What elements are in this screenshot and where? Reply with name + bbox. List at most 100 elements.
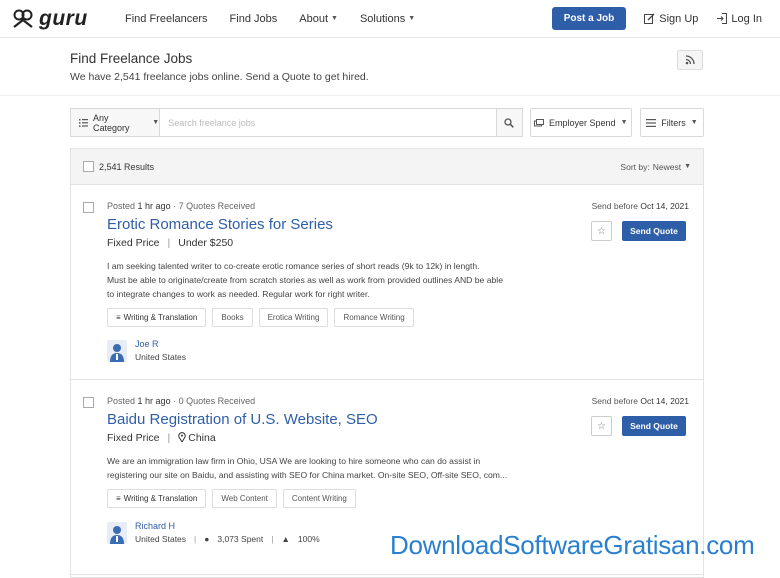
log-in-label: Log In xyxy=(731,12,762,25)
skill-tag[interactable]: Content Writing xyxy=(282,489,356,508)
top-nav: guru Find Freelancers Find Jobs About ▼ … xyxy=(0,0,780,38)
results-panel: 2,541 Results Sort by: Newest ▼ Posted 1… xyxy=(70,148,704,578)
logo-text: guru xyxy=(39,6,88,30)
sort-dropdown[interactable]: Sort by: Newest ▼ xyxy=(620,162,691,172)
posted-prefix: Posted xyxy=(107,201,136,211)
quotes-received: · 0 Quotes Received xyxy=(173,396,256,406)
star-icon: ☆ xyxy=(597,225,606,237)
employer-spend-button[interactable]: Employer Spend ▼ xyxy=(529,108,632,137)
list-icon: ≡ xyxy=(116,494,121,503)
skill-tag[interactable]: Erotica Writing xyxy=(258,308,329,327)
job-title[interactable]: Baidu Registration of U.S. Website, SEO xyxy=(107,411,378,428)
edit-icon xyxy=(644,13,655,24)
nav-solutions[interactable]: Solutions ▼ xyxy=(360,13,415,25)
skill-tag[interactable]: Romance Writing xyxy=(334,308,414,327)
job-checkbox[interactable] xyxy=(83,202,94,213)
job-tags: ≡ Writing & Translation Books Erotica Wr… xyxy=(107,308,414,327)
guru-logo[interactable]: guru xyxy=(10,7,120,31)
price-type: Fixed Price xyxy=(107,237,160,249)
category-tag-label: Writing & Translation xyxy=(123,313,198,322)
chevron-down-icon: ▼ xyxy=(152,119,160,126)
job-price: Fixed Price | Under $250 xyxy=(107,237,233,249)
thumbs-up-icon: ▲ xyxy=(281,534,290,544)
guru-logo-icon xyxy=(13,9,33,28)
desc-line: registering our site on Baidu, and assis… xyxy=(107,470,508,480)
poster-location-row: United States xyxy=(135,352,186,362)
price-type: Fixed Price xyxy=(107,432,160,444)
posted-time: 1 hr ago xyxy=(137,201,171,211)
job-title[interactable]: Erotic Romance Stories for Series xyxy=(107,216,333,233)
job-description: I am seeking talented writer to co-creat… xyxy=(107,259,557,301)
posted-time: 1 hr ago xyxy=(137,396,171,406)
job-checkbox[interactable] xyxy=(83,397,94,408)
search-input[interactable]: Search freelance jobs xyxy=(160,108,497,137)
job-poster: Joe R United States xyxy=(107,339,186,362)
nav-link-label: About xyxy=(299,12,328,25)
send-before: Send before Oct 14, 2021 xyxy=(592,201,689,211)
chevron-down-icon: ▼ xyxy=(331,15,338,22)
category-tag[interactable]: ≡ Writing & Translation xyxy=(107,489,207,508)
send-quote-button[interactable]: Send Quote xyxy=(622,416,686,436)
search-row: Any Category ▼ Search freelance jobs Emp… xyxy=(70,108,704,137)
nav-find-freelancers[interactable]: Find Freelancers xyxy=(125,13,208,25)
separator: | xyxy=(271,534,274,544)
nav-link-label: Find Freelancers xyxy=(125,12,208,25)
star-icon: ☆ xyxy=(597,420,606,432)
category-select[interactable]: Any Category ▼ xyxy=(70,108,161,137)
money-icon xyxy=(534,118,545,126)
search-icon xyxy=(504,117,515,128)
nav-about[interactable]: About ▼ xyxy=(299,13,338,25)
page-subtitle: We have 2,541 freelance jobs online. Sen… xyxy=(70,71,369,83)
send-before-label: Send before xyxy=(591,201,638,211)
poster-location-row: United States | ● 3,073 Spent | ▲ 100% xyxy=(135,534,320,544)
location-pin-icon xyxy=(178,432,186,445)
skill-tag[interactable]: Web Content xyxy=(212,489,277,508)
separator: | xyxy=(194,534,197,544)
results-header: 2,541 Results Sort by: Newest ▼ xyxy=(71,149,703,185)
category-tag-label: Writing & Translation xyxy=(123,494,198,503)
page-header: Find Freelance Jobs We have 2,541 freela… xyxy=(0,38,780,96)
nav-find-jobs[interactable]: Find Jobs xyxy=(230,13,278,25)
category-tag[interactable]: ≡ Writing & Translation xyxy=(107,308,207,327)
skill-tag[interactable]: Books xyxy=(212,308,253,327)
coin-icon: ● xyxy=(204,534,210,544)
user-icon xyxy=(110,525,124,544)
desc-line: I am seeking talented writer to co-creat… xyxy=(107,261,480,271)
save-job-button[interactable]: ☆ xyxy=(591,221,612,241)
post-job-button[interactable]: Post a Job xyxy=(551,7,627,30)
search-button[interactable] xyxy=(496,108,523,137)
poster-name[interactable]: Joe R xyxy=(135,339,186,349)
sign-up-label: Sign Up xyxy=(659,12,699,25)
save-job-button[interactable]: ☆ xyxy=(591,416,612,436)
rss-button[interactable] xyxy=(677,50,703,70)
send-before-label: Send before xyxy=(591,396,638,406)
nav-links: Find Freelancers Find Jobs About ▼ Solut… xyxy=(125,13,415,25)
price-detail: Under $250 xyxy=(178,237,234,249)
category-select-label: Any Category xyxy=(92,112,130,133)
sort-label: Sort by: xyxy=(620,161,650,172)
posted-prefix: Posted xyxy=(107,396,136,406)
poster-location: United States xyxy=(135,534,187,544)
poster-spent: 3,073 Spent xyxy=(217,534,264,544)
send-quote-button[interactable]: Send Quote xyxy=(622,221,686,241)
log-in-link[interactable]: Log In xyxy=(716,13,762,25)
filter-icon xyxy=(646,118,657,127)
send-before-date: Oct 14, 2021 xyxy=(640,396,689,406)
avatar xyxy=(107,339,127,362)
filters-button[interactable]: Filters ▼ xyxy=(639,108,704,137)
job-tags: ≡ Writing & Translation Web Content Cont… xyxy=(107,489,356,508)
chevron-down-icon: ▼ xyxy=(684,163,691,170)
desc-line: We are an immigration law firm in Ohio, … xyxy=(107,456,481,466)
results-count: 2,541 Results xyxy=(99,161,155,172)
nav-link-label: Find Jobs xyxy=(229,12,278,25)
employer-spend-label: Employer Spend xyxy=(549,117,616,128)
select-all-checkbox[interactable] xyxy=(83,161,94,172)
search-placeholder: Search freelance jobs xyxy=(168,117,256,128)
nav-link-label: Solutions xyxy=(359,12,406,25)
list-icon: ≡ xyxy=(116,313,121,322)
rss-icon xyxy=(685,55,695,65)
job-item: Posted 1 hr ago · 7 Quotes Received Erot… xyxy=(71,185,703,380)
sign-up-link[interactable]: Sign Up xyxy=(644,13,698,25)
login-icon xyxy=(717,13,728,24)
poster-name[interactable]: Richard H xyxy=(135,521,320,531)
